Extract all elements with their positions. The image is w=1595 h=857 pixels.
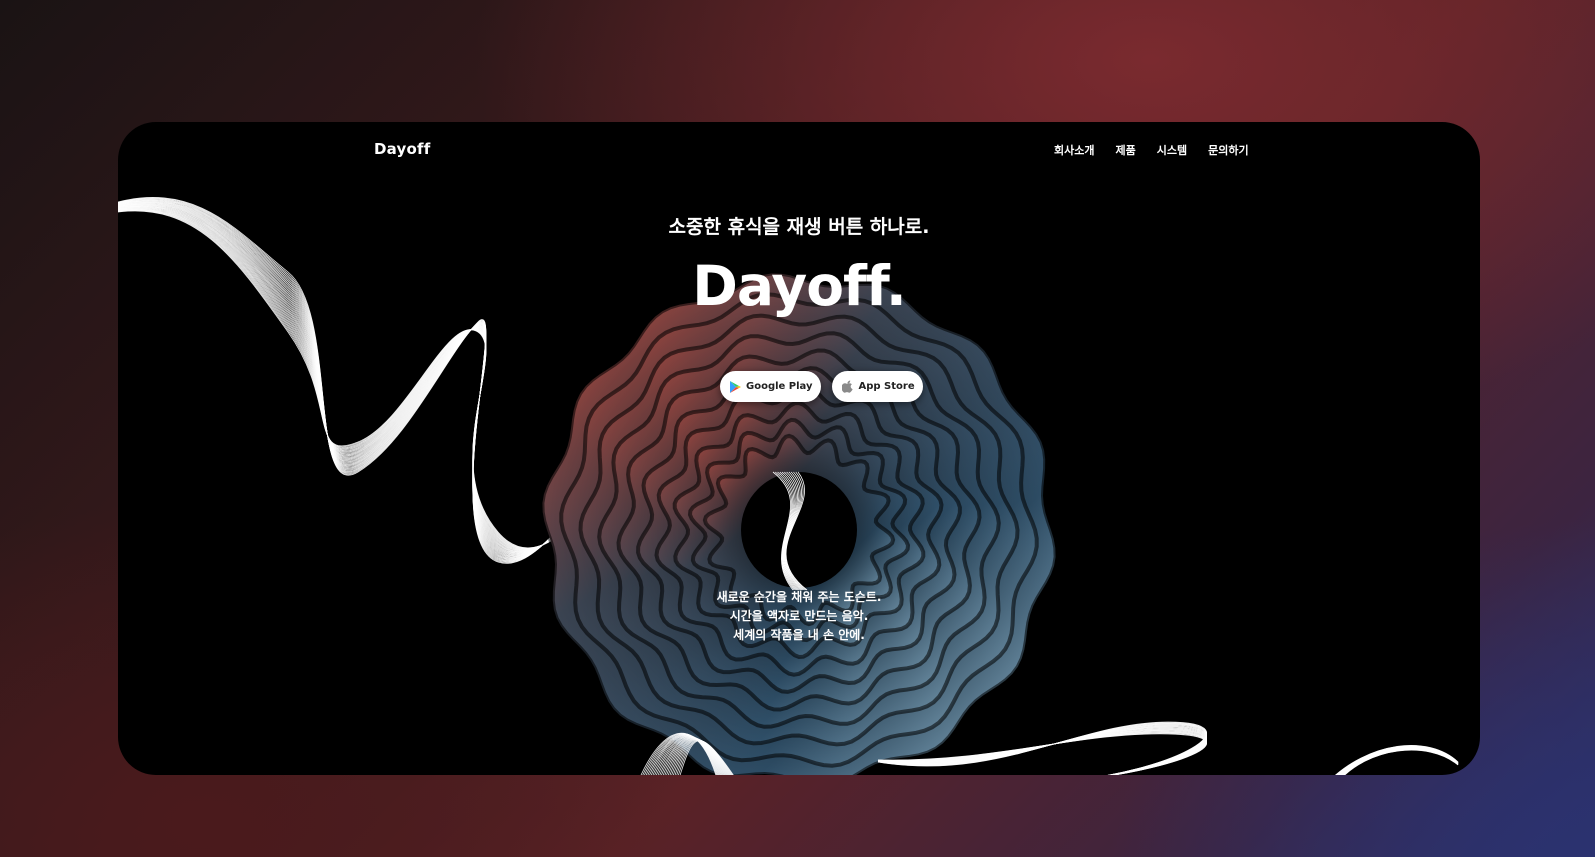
- hero-tagline: 소중한 휴식을 재생 버튼 하나로.: [668, 216, 930, 238]
- hero-title: Dayoff.: [692, 254, 906, 318]
- nav-item-system[interactable]: 시스템: [1157, 142, 1187, 158]
- google-play-label: Google Play: [746, 381, 813, 392]
- description-line: 세계의 작품을 내 손 안에.: [733, 628, 865, 642]
- description-line: 새로운 순간을 채워 주는 도슨트.: [716, 590, 882, 604]
- nav-item-company[interactable]: 회사소개: [1054, 142, 1094, 158]
- nav-item-contact[interactable]: 문의하기: [1208, 142, 1248, 158]
- hero-description: 새로운 순간을 채워 주는 도슨트. 시간을 액자로 만드는 음악. 세계의 작…: [118, 588, 1480, 645]
- main-nav: 회사소개 제품 시스템 문의하기: [1054, 142, 1270, 158]
- app-store-label: App Store: [858, 381, 915, 392]
- ripple-ring-artwork: [540, 271, 1058, 775]
- app-store-button[interactable]: App Store: [831, 371, 923, 402]
- site-logo[interactable]: Dayoff: [374, 140, 430, 158]
- site-frame: Dayoff 회사소개 제품 시스템 문의하기 소중한 휴식을 재생 버튼 하나…: [118, 122, 1480, 775]
- description-line: 시간을 액자로 만드는 음악.: [729, 609, 869, 623]
- google-play-icon: [730, 380, 741, 393]
- ring-hole: [741, 472, 857, 588]
- store-buttons: Google Play App Store: [720, 371, 923, 402]
- google-play-button[interactable]: Google Play: [720, 371, 821, 402]
- apple-icon: [841, 380, 853, 393]
- nav-item-products[interactable]: 제품: [1115, 142, 1135, 158]
